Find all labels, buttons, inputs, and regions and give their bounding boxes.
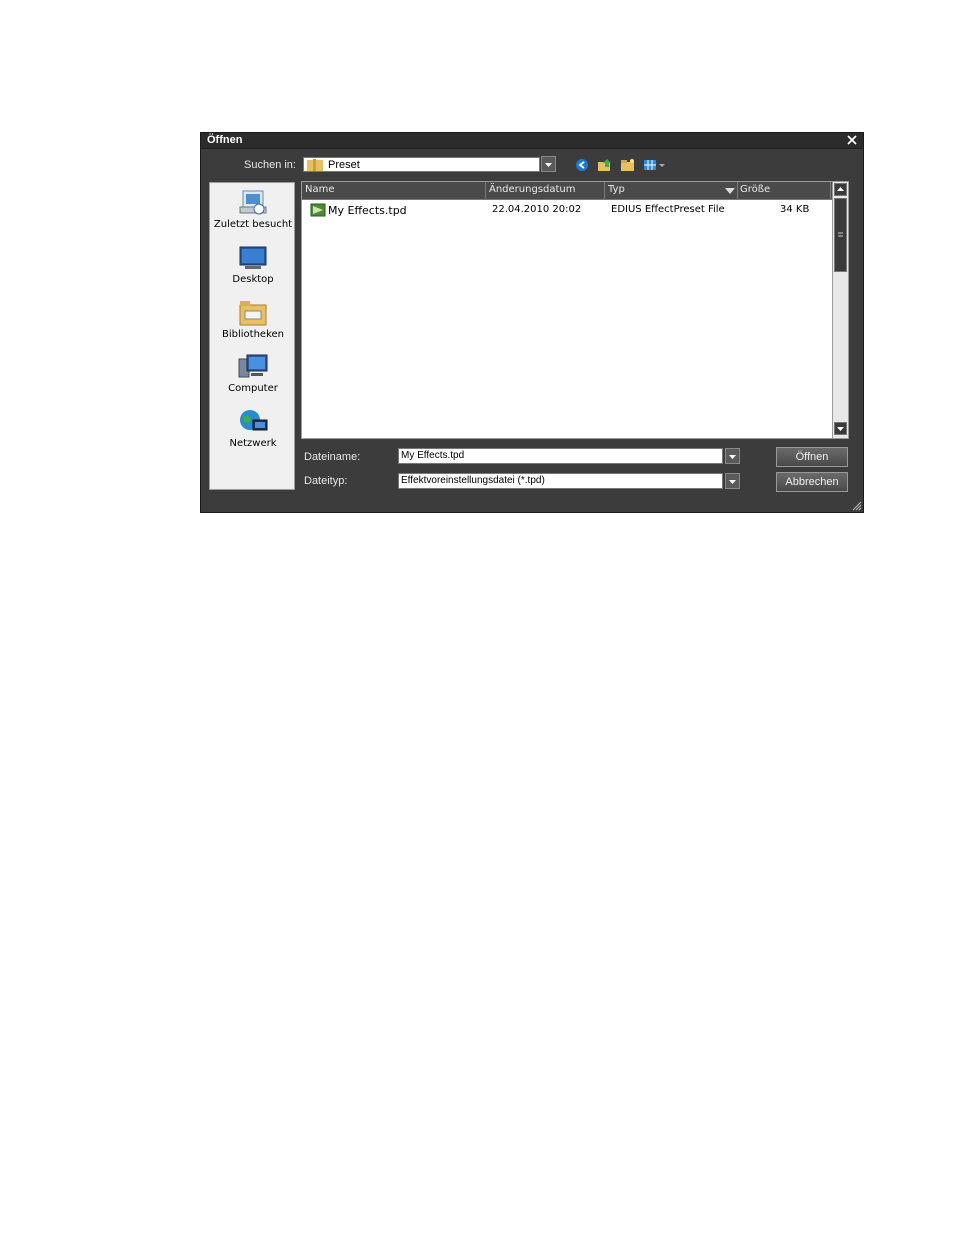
up-folder-icon[interactable] xyxy=(597,157,613,173)
vertical-scrollbar[interactable] xyxy=(832,182,848,438)
network-icon xyxy=(240,410,268,431)
column-date[interactable]: Änderungsdatum xyxy=(489,184,576,195)
column-size[interactable]: Größe xyxy=(740,184,770,195)
chevron-up-icon xyxy=(837,187,844,191)
filename-label: Dateiname: xyxy=(304,451,361,463)
chevron-down-icon xyxy=(729,455,736,459)
column-header: Name Änderungsdatum Typ Größe xyxy=(302,182,832,200)
scroll-thumb[interactable] xyxy=(834,198,847,272)
computer-icon xyxy=(238,354,268,378)
look-in-dropdown-button[interactable] xyxy=(541,156,556,172)
chevron-down-icon xyxy=(837,427,844,431)
file-list[interactable]: Name Änderungsdatum Typ Größe My Effects… xyxy=(301,181,849,439)
cancel-button[interactable]: Abbrechen xyxy=(776,472,848,492)
places-bar: Zuletzt besucht Desktop Bibliotheken Com… xyxy=(209,182,295,490)
look-in-label: Suchen in: xyxy=(244,159,296,171)
place-label: Netzwerk xyxy=(229,438,277,449)
grip-lines-icon xyxy=(838,232,843,237)
place-label: Zuletzt besucht xyxy=(213,219,293,230)
file-date: 22.04.2010 20:02 xyxy=(492,204,582,215)
file-row[interactable]: My Effects.tpd 22.04.2010 20:02 EDIUS Ef… xyxy=(302,202,832,218)
preset-file-icon xyxy=(310,203,326,217)
filetype-dropdown-button[interactable] xyxy=(725,473,740,489)
open-dialog: Öffnen Suchen in: Preset Zuletzt besucht… xyxy=(200,132,864,513)
filetype-label: Dateityp: xyxy=(304,475,348,487)
libraries-icon xyxy=(239,301,267,326)
file-name: My Effects.tpd xyxy=(328,204,407,217)
file-type: EDIUS EffectPreset File xyxy=(611,204,725,215)
dialog-title: Öffnen xyxy=(207,134,243,146)
column-type[interactable]: Typ xyxy=(608,184,625,195)
chevron-down-icon xyxy=(729,480,736,484)
place-network[interactable]: Netzwerk xyxy=(210,408,296,449)
place-label: Computer xyxy=(228,383,278,394)
filetype-select[interactable]: Effektvoreinstellungsdatei (*.tpd) xyxy=(398,473,723,489)
desktop-icon xyxy=(239,246,267,269)
recent-places-icon xyxy=(239,190,267,215)
filename-input[interactable]: My Effects.tpd xyxy=(398,448,723,464)
column-name[interactable]: Name xyxy=(305,184,335,195)
place-libraries[interactable]: Bibliotheken xyxy=(210,299,296,340)
close-icon[interactable] xyxy=(845,133,859,147)
new-folder-icon[interactable] xyxy=(620,157,636,173)
title-bar: Öffnen xyxy=(201,133,863,149)
chevron-down-icon xyxy=(545,163,552,167)
view-menu-icon[interactable] xyxy=(643,157,667,173)
folder-icon xyxy=(307,159,323,171)
place-desktop[interactable]: Desktop xyxy=(210,244,296,285)
look-in-combo[interactable]: Preset xyxy=(303,157,540,172)
open-button[interactable]: Öffnen xyxy=(776,447,848,467)
place-label: Bibliotheken xyxy=(222,329,284,340)
place-computer[interactable]: Computer xyxy=(210,353,296,394)
file-size: 34 KB xyxy=(780,204,810,215)
look-in-value: Preset xyxy=(328,159,360,171)
place-recent[interactable]: Zuletzt besucht xyxy=(210,189,296,230)
resize-grip-icon[interactable] xyxy=(850,499,862,511)
scroll-up-button[interactable] xyxy=(834,183,847,196)
scroll-down-button[interactable] xyxy=(834,422,847,435)
back-icon[interactable] xyxy=(574,157,590,173)
filename-dropdown-button[interactable] xyxy=(725,448,740,464)
place-label: Desktop xyxy=(232,274,274,285)
sort-down-icon xyxy=(725,188,735,194)
